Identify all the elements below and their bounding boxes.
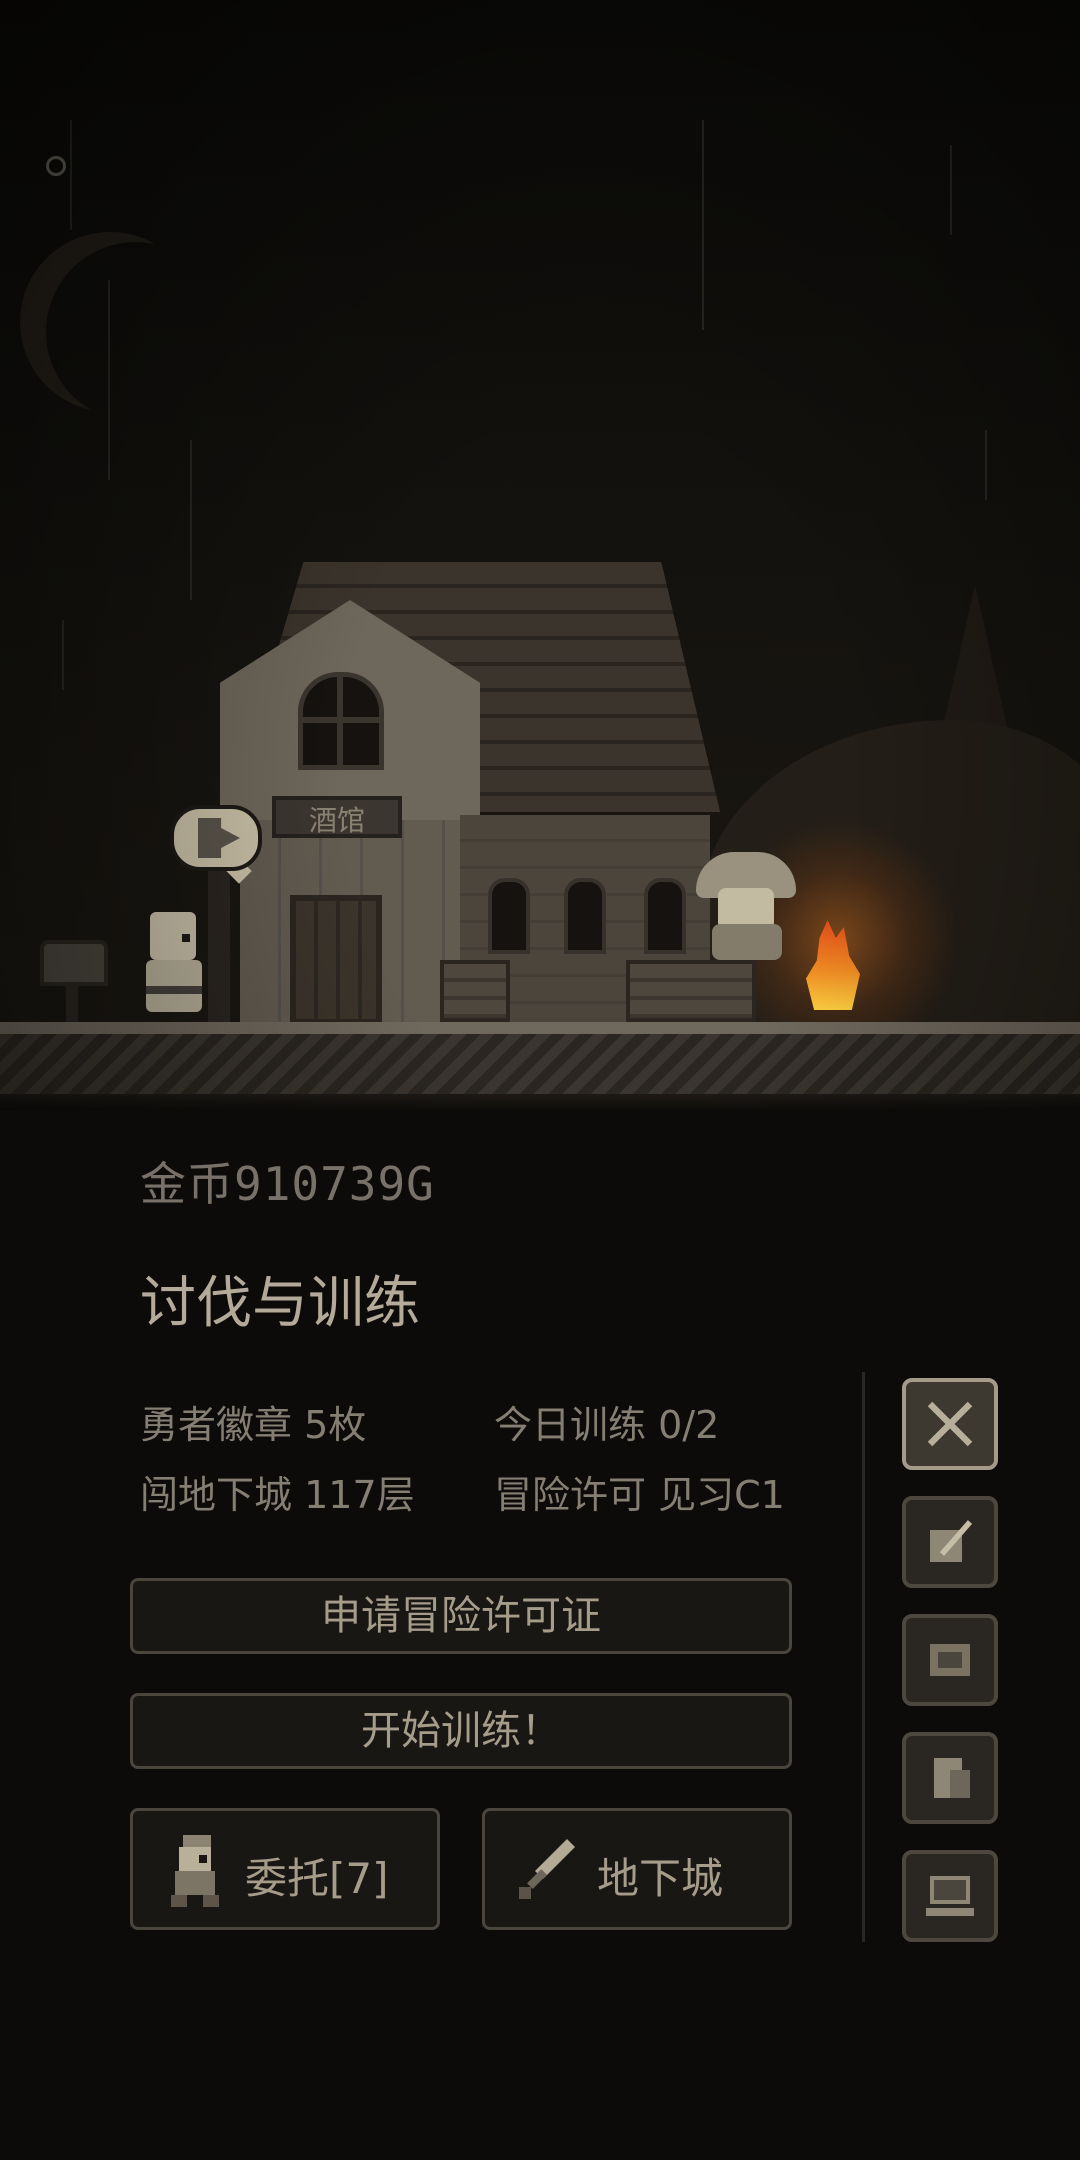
rain-streak: [62, 620, 64, 690]
hero-character[interactable]: [142, 912, 214, 1022]
map-tab-button[interactable]: [902, 1614, 998, 1706]
training-label: 今日训练: [494, 1403, 647, 1447]
badge-label: 勇者徽章: [140, 1403, 293, 1447]
crossed-swords-icon: [927, 1401, 973, 1447]
dungeon-button[interactable]: 地下城: [482, 1808, 792, 1930]
rain-streak: [985, 430, 987, 500]
document-tab-button[interactable]: [902, 1732, 998, 1824]
mailbox-post: [66, 986, 78, 1026]
dungeon-label: 闯地下城: [140, 1473, 293, 1517]
start-training-button[interactable]: 开始训练！: [130, 1693, 792, 1769]
badge-stat: 勇者徽章 5枚: [140, 1394, 366, 1449]
dungeon-stat: 闯地下城 117层: [140, 1464, 415, 1519]
hero-head: [150, 912, 196, 960]
rain-streak: [190, 440, 192, 600]
dungeon-label: 地下城: [597, 1854, 724, 1903]
license-stat: 冒险许可 见习C1: [494, 1464, 785, 1519]
sword-icon: [519, 1839, 575, 1899]
tavern-door[interactable]: [290, 895, 382, 1025]
training-stat: 今日训练 0/2: [494, 1394, 719, 1449]
cobblestone-ground: [0, 1034, 1080, 1094]
system-tab-button[interactable]: [902, 1850, 998, 1942]
notes-tab-button[interactable]: [902, 1496, 998, 1588]
gold-value: 910739G: [234, 1157, 435, 1211]
crate: [626, 960, 756, 1022]
document-icon: [934, 1758, 970, 1798]
ground-edge: [0, 1022, 1080, 1034]
side-divider: [862, 1372, 865, 1942]
npc-body: [712, 924, 782, 960]
rain-streak: [70, 120, 72, 230]
commission-button[interactable]: 委托[7]: [130, 1808, 440, 1930]
scroll-map-icon: [930, 1644, 970, 1676]
rain-streak: [950, 145, 952, 235]
license-label: 冒险许可: [494, 1473, 647, 1517]
town-scene: 酒馆: [0, 0, 1080, 1110]
commission-label: 委托[7]: [245, 1854, 389, 1903]
tavern-sign: 酒馆: [272, 796, 402, 838]
gold-label: 金币: [140, 1157, 234, 1211]
sitting-npc[interactable]: [692, 852, 802, 962]
quill-note-icon: [930, 1520, 973, 1562]
ground-shadow: [0, 1094, 1080, 1110]
arched-window: [488, 878, 530, 954]
crate: [440, 960, 510, 1022]
dungeon-value: 117层: [304, 1473, 415, 1517]
training-value: 0/2: [658, 1403, 720, 1447]
adventurer-icon: [171, 1835, 219, 1907]
rain-streak: [702, 120, 704, 330]
settings-dot-icon[interactable]: [46, 156, 66, 176]
attic-window: [298, 672, 384, 770]
license-value: 见习C1: [658, 1473, 785, 1517]
arched-window: [644, 878, 686, 954]
gold-counter: 金币910739G: [140, 1148, 435, 1214]
arched-window: [564, 878, 606, 954]
apply-license-button[interactable]: 申请冒险许可证: [130, 1578, 792, 1654]
section-title: 讨伐与训练: [140, 1271, 420, 1336]
moon: [20, 232, 200, 412]
computer-icon: [926, 1876, 974, 1916]
badge-value: 5枚: [304, 1403, 367, 1447]
battle-tab-button[interactable]: [902, 1378, 998, 1470]
hero-belt: [146, 986, 202, 994]
mailbox[interactable]: [40, 940, 108, 986]
